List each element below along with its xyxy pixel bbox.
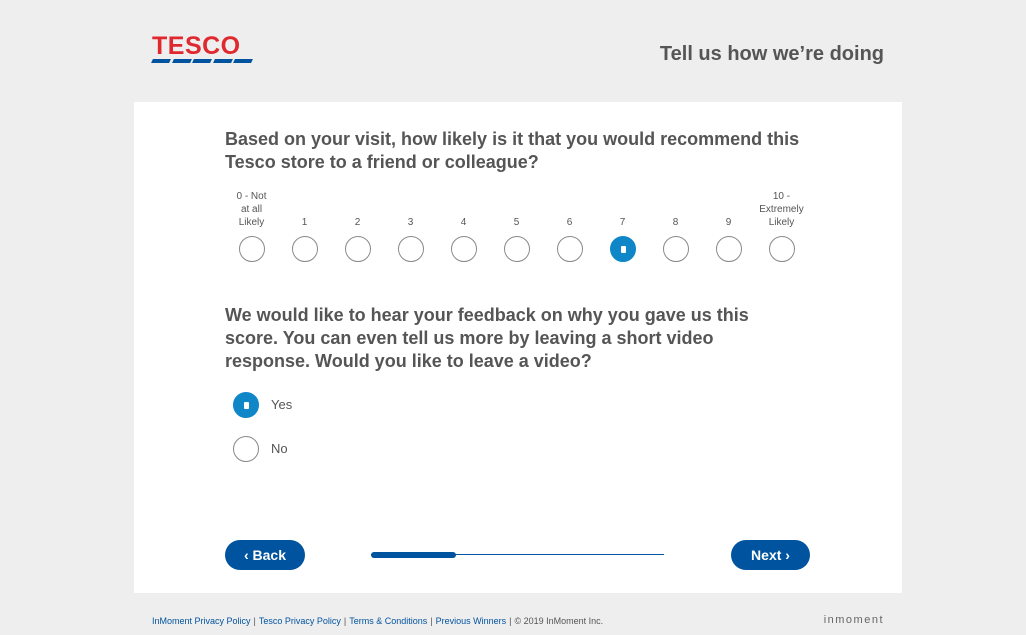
scale-label-line: 3 xyxy=(407,217,414,228)
scale-label-line: 7 xyxy=(619,217,626,228)
progress-bar xyxy=(371,552,664,558)
scale-label-line: 2 xyxy=(354,217,361,228)
scale-radio-1[interactable] xyxy=(292,236,318,262)
scale-label-line: 4 xyxy=(460,217,467,228)
back-button[interactable]: ‹ Back xyxy=(225,540,305,570)
scale-label-line: 10 - xyxy=(772,191,791,202)
scale-label-2: 2 xyxy=(331,216,384,229)
footer-separator: | xyxy=(253,616,256,626)
scale-option-9[interactable]: 9 xyxy=(702,180,755,270)
scale-label-line: 1 xyxy=(301,217,308,228)
footer-links: InMoment Privacy Policy | Tesco Privacy Po… xyxy=(152,616,603,626)
scale-radio-3[interactable] xyxy=(398,236,424,262)
scale-label-0: 0 - Not at all Likely xyxy=(225,190,278,229)
scale-option-3[interactable]: 3 xyxy=(384,180,437,270)
scale-label-line: 0 - Not xyxy=(236,191,267,202)
scale-label-line: 8 xyxy=(672,217,679,228)
footer-copyright: © 2019 InMoment Inc. xyxy=(514,616,604,626)
footer-separator: | xyxy=(509,616,512,626)
scale-label-7: 7 xyxy=(596,216,649,229)
scale-label-line: 5 xyxy=(513,217,520,228)
scale-option-5[interactable]: 5 xyxy=(490,180,543,270)
scale-option-1[interactable]: 1 xyxy=(278,180,331,270)
scale-label-line: at all xyxy=(240,204,263,215)
scale-option-8[interactable]: 8 xyxy=(649,180,702,270)
footer-separator: | xyxy=(430,616,433,626)
scale-label-line: Likely xyxy=(768,217,795,228)
tesco-logo: TESCO xyxy=(151,32,253,64)
scale-radio-0[interactable] xyxy=(239,236,265,262)
scale-label-10: 10 - Extremely Likely xyxy=(755,190,808,229)
scale-label-1: 1 xyxy=(278,216,331,229)
footer-link-terms[interactable]: Terms & Conditions xyxy=(349,616,427,626)
scale-label-line: 6 xyxy=(566,217,573,228)
scale-option-10[interactable]: 10 - Extremely Likely xyxy=(755,180,808,270)
yes-label: Yes xyxy=(271,397,293,412)
scale-option-2[interactable]: 2 xyxy=(331,180,384,270)
footer-link-tesco-privacy[interactable]: Tesco Privacy Policy xyxy=(259,616,341,626)
scale-label-9: 9 xyxy=(702,216,755,229)
scale-label-line: 9 xyxy=(725,217,732,228)
page-title: Tell us how we’re doing xyxy=(659,43,884,65)
scale-radio-6[interactable] xyxy=(557,236,583,262)
next-button[interactable]: Next › xyxy=(731,540,810,570)
no-radio[interactable] xyxy=(233,436,259,462)
scale-option-6[interactable]: 6 xyxy=(543,180,596,270)
scale-label-4: 4 xyxy=(437,216,490,229)
footer-link-inmoment-privacy[interactable]: InMoment Privacy Policy xyxy=(152,616,251,626)
option-yes[interactable]: Yes xyxy=(233,392,353,418)
scale-label-6: 6 xyxy=(543,216,596,229)
survey-card: Based on your visit, how likely is it th… xyxy=(134,102,902,593)
question-video: We would like to hear your feedback on w… xyxy=(225,305,749,371)
footer-link-previous-winners[interactable]: Previous Winners xyxy=(436,616,507,626)
scale-radio-5[interactable] xyxy=(504,236,530,262)
scale-label-8: 8 xyxy=(649,216,702,229)
scale-radio-8[interactable] xyxy=(663,236,689,262)
logo-wordmark: TESCO xyxy=(152,32,241,60)
scale-radio-9[interactable] xyxy=(716,236,742,262)
scale-option-7[interactable]: 7 xyxy=(596,180,649,270)
logo-stripes xyxy=(151,59,253,63)
scale-radio-10[interactable] xyxy=(769,236,795,262)
scale-label-3: 3 xyxy=(384,216,437,229)
scale-label-line: Extremely xyxy=(759,204,804,215)
inmoment-logo: inmoment xyxy=(823,614,884,626)
scale-option-4[interactable]: 4 xyxy=(437,180,490,270)
footer-separator: | xyxy=(343,616,347,626)
likelihood-scale: 0 - Not at all Likely 1 2 3 4 5 6 7 8 9 10 - Extremel… xyxy=(225,180,823,270)
scale-label-line: Likely xyxy=(238,217,265,228)
yes-radio[interactable] xyxy=(233,392,259,418)
question-recommend: Based on your visit, how likely is it th… xyxy=(225,129,800,172)
no-label: No xyxy=(271,441,288,456)
scale-radio-2[interactable] xyxy=(345,236,371,262)
progress-fill xyxy=(371,552,456,558)
scale-radio-7[interactable] xyxy=(610,236,636,262)
scale-option-0[interactable]: 0 - Not at all Likely xyxy=(225,180,278,270)
option-no[interactable]: No xyxy=(233,436,353,462)
scale-radio-4[interactable] xyxy=(451,236,477,262)
scale-label-5: 5 xyxy=(490,216,543,229)
